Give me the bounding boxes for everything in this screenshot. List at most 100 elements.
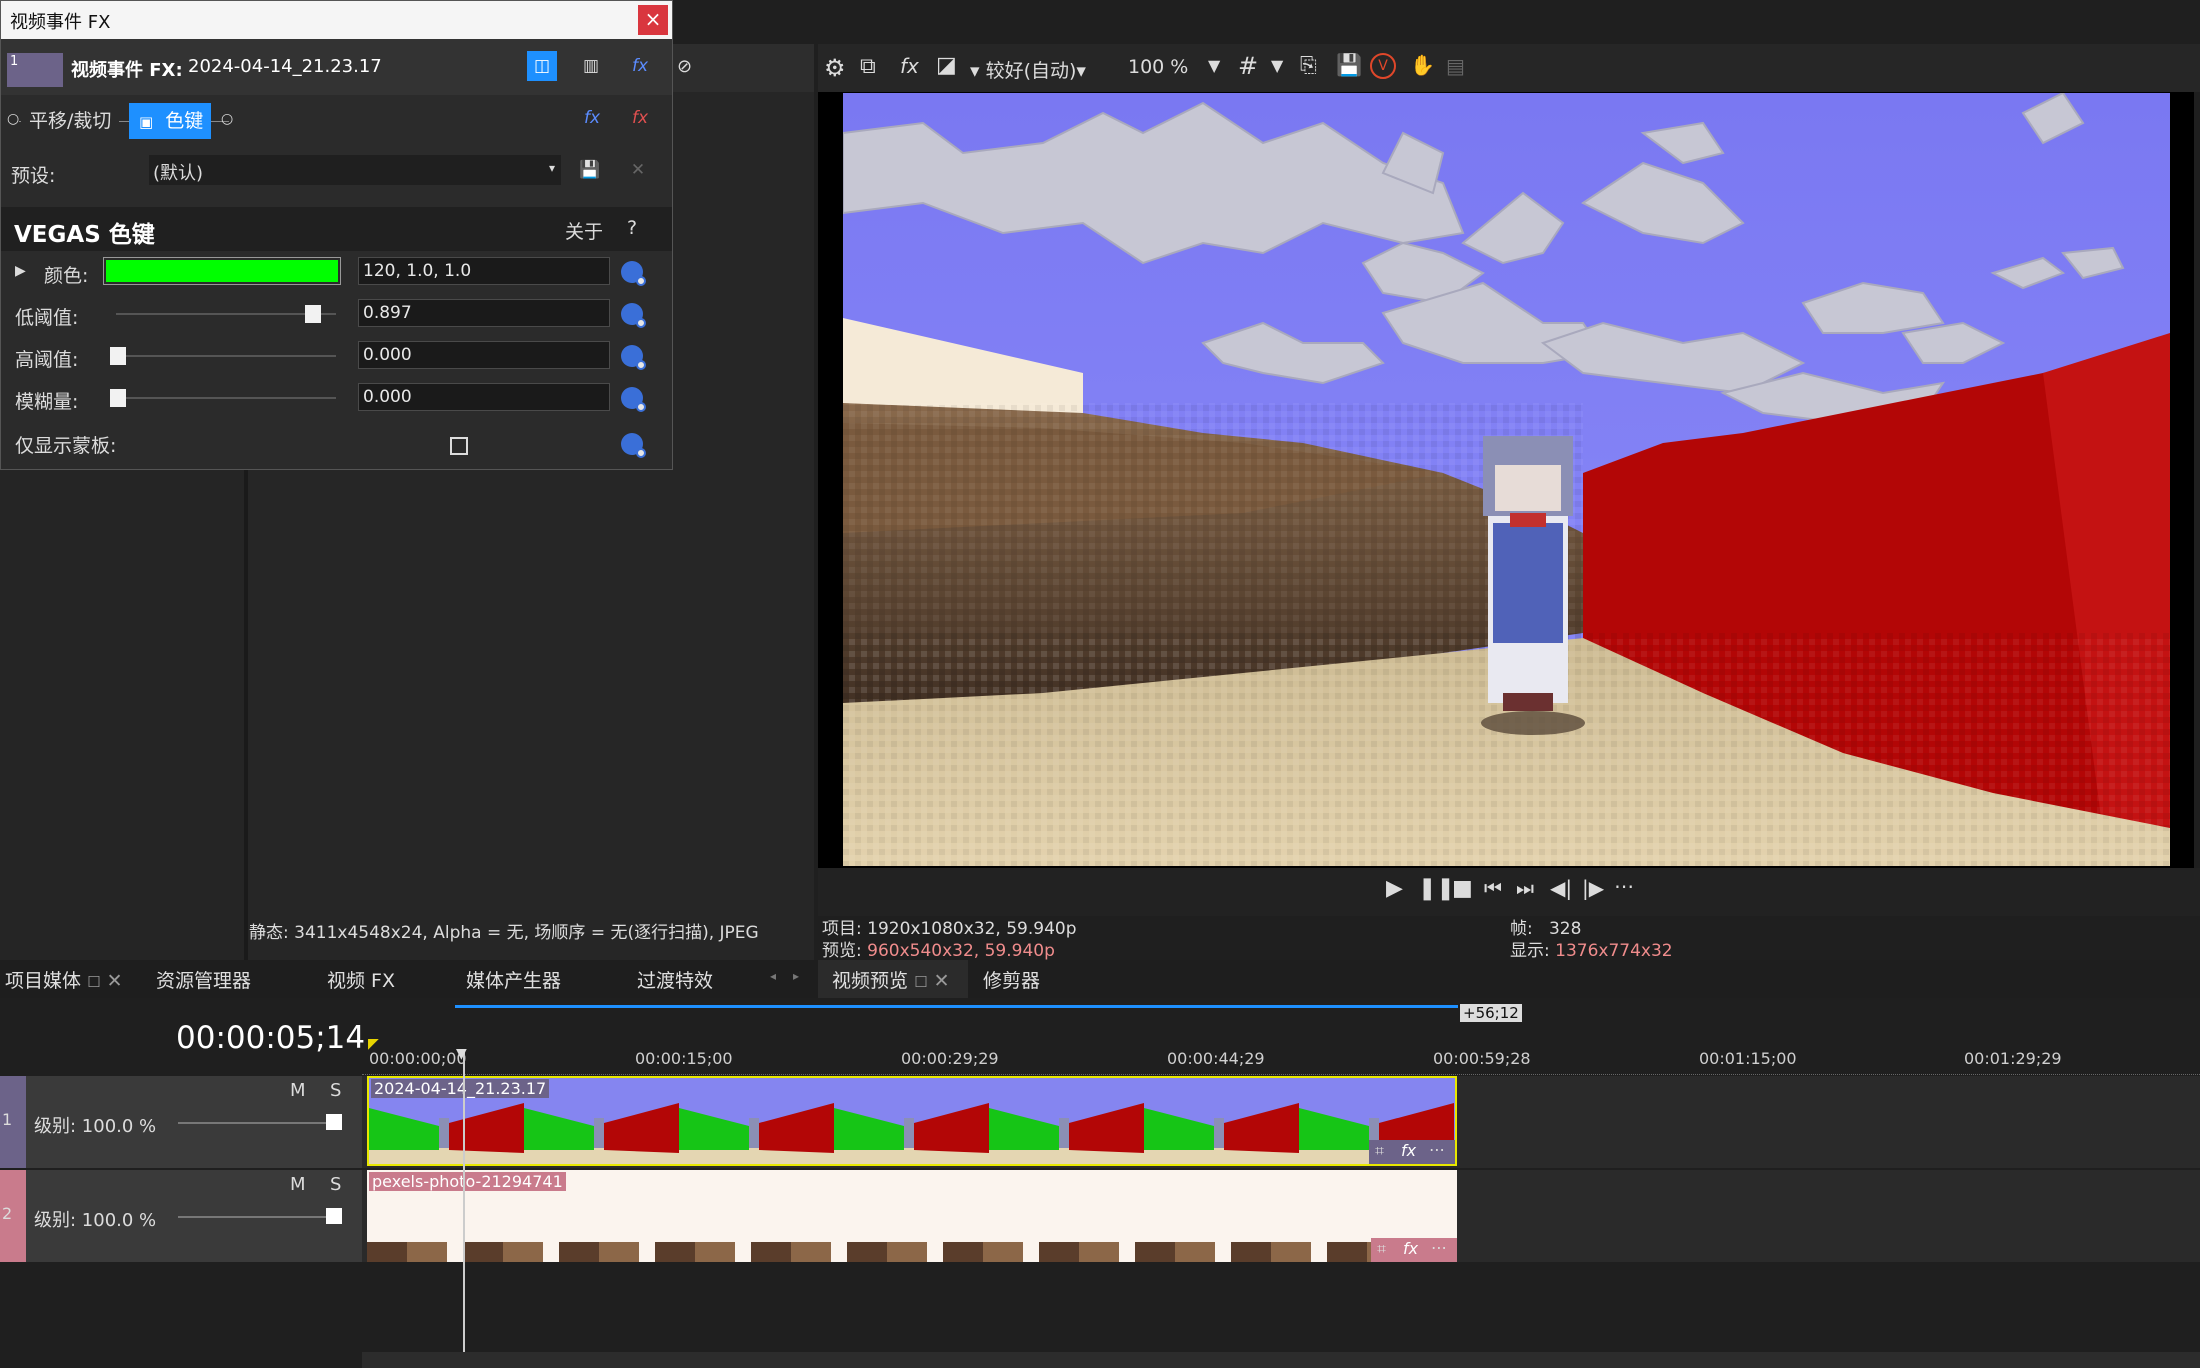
- tab-transitions[interactable]: 过渡特效: [637, 966, 713, 993]
- keyframe-icon[interactable]: [621, 387, 646, 412]
- mask-only-checkbox[interactable]: [450, 437, 468, 455]
- solo-button[interactable]: S: [330, 1080, 341, 1101]
- high-threshold-field[interactable]: 0.000: [358, 341, 610, 369]
- crop-icon[interactable]: ⌗: [1377, 1239, 1386, 1259]
- close-icon[interactable]: ✕: [934, 970, 950, 992]
- chroma-key-checkbox-icon[interactable]: ▣: [139, 113, 153, 131]
- tab-media-generators[interactable]: 媒体产生器: [466, 966, 561, 993]
- save-preset-icon[interactable]: 💾: [575, 155, 605, 185]
- level-slider-knob[interactable]: [326, 1114, 342, 1130]
- low-threshold-field[interactable]: 0.897: [358, 299, 610, 327]
- more-icon[interactable]: ⋯: [1431, 1238, 1447, 1257]
- preview-value: 960x540x32, 59.940p: [867, 941, 1055, 961]
- track-header-2[interactable]: 2 M S 级别: 100.0 %: [0, 1170, 362, 1262]
- keyframe-icon[interactable]: [621, 433, 646, 458]
- delete-preset-icon[interactable]: ✕: [623, 155, 653, 185]
- plugin-name: VEGAS 色键: [14, 222, 155, 248]
- event-fx-icon[interactable]: fx: [1403, 1239, 1418, 1258]
- column-view-icon[interactable]: ▥: [576, 51, 606, 81]
- copy-snapshot-icon[interactable]: ⎘: [1300, 53, 1317, 78]
- film-strip-icon[interactable]: ▤: [1446, 54, 1465, 78]
- prev-frame-icon[interactable]: ⏮: [1484, 876, 1502, 900]
- more-icon[interactable]: ⋯: [1614, 874, 1634, 898]
- tab-project-media[interactable]: 项目媒体 ☐ ✕: [5, 966, 122, 993]
- timecode-display: 00:00:05;14: [176, 1020, 366, 1056]
- quality-dropdown[interactable]: ▾ 较好(自动)▾: [970, 56, 1086, 83]
- mute-button[interactable]: M: [290, 1080, 306, 1101]
- stop-icon[interactable]: ■: [1452, 876, 1473, 901]
- high-threshold-slider[interactable]: [110, 347, 336, 365]
- color-swatch[interactable]: [103, 257, 341, 285]
- level-slider-knob[interactable]: [326, 1208, 342, 1224]
- mask-only-label: 仅显示蒙板:: [15, 435, 117, 457]
- low-threshold-knob[interactable]: [305, 305, 322, 323]
- help-button[interactable]: ?: [627, 217, 637, 239]
- clip-title: 2024-04-14_21.23.17: [371, 1079, 550, 1098]
- zoom-dropdown-icon[interactable]: ▼: [1208, 56, 1220, 75]
- clip-fx-bar: ⌗ fx ⋯: [1371, 1238, 1457, 1262]
- horizontal-scrollbar[interactable]: [362, 1352, 2200, 1368]
- tab-trimmer[interactable]: 修剪器: [983, 966, 1040, 993]
- maximize-icon[interactable]: ☐: [914, 973, 927, 991]
- keyframe-icon[interactable]: [621, 261, 646, 286]
- save-snapshot-icon[interactable]: 💾: [1336, 53, 1362, 78]
- maximize-icon[interactable]: ☐: [87, 973, 100, 991]
- no-icon[interactable]: ⊘: [677, 56, 692, 77]
- overlays-grid-icon[interactable]: #: [1238, 52, 1258, 80]
- step-forward-icon[interactable]: |▶: [1582, 876, 1604, 900]
- tab-explorer[interactable]: 资源管理器: [156, 966, 251, 993]
- low-threshold-slider[interactable]: [116, 305, 336, 323]
- step-back-icon[interactable]: ◀|: [1550, 876, 1572, 900]
- blur-field[interactable]: 0.000: [358, 383, 610, 411]
- playhead-handle-icon[interactable]: ▼: [456, 1046, 467, 1062]
- keyframe-icon[interactable]: [621, 345, 646, 370]
- remove-fx-icon[interactable]: fx: [625, 103, 655, 133]
- keyframe-icon[interactable]: [621, 303, 646, 328]
- expand-arrow-icon[interactable]: ▶: [15, 263, 26, 279]
- play-icon[interactable]: ▶: [1386, 876, 1403, 901]
- quality-value: 较好(自动): [985, 60, 1077, 82]
- add-fx-icon[interactable]: fx: [577, 103, 607, 133]
- more-icon[interactable]: ⋯: [1429, 1140, 1445, 1159]
- mute-button[interactable]: M: [290, 1174, 306, 1195]
- image-clip-2[interactable]: pexels-photo-21294741 ⌗ fx ⋯: [367, 1170, 1457, 1262]
- event-fx-icon[interactable]: fx: [1401, 1141, 1416, 1160]
- video-fx-icon[interactable]: fx: [900, 54, 919, 78]
- high-threshold-knob[interactable]: [110, 347, 126, 365]
- split-view-icon[interactable]: ◫: [527, 51, 557, 81]
- video-clip-1[interactable]: 2024-04-14_21.23.17 ⌗ fx ⋯: [367, 1076, 1457, 1166]
- tab-scroll-right-icon[interactable]: ▸: [793, 969, 799, 983]
- settings-icon[interactable]: ⚙: [824, 54, 846, 82]
- ruler-label: 00:00:59;28: [1433, 1049, 1531, 1068]
- crop-icon[interactable]: ⌗: [1375, 1141, 1384, 1161]
- project-value: 1920x1080x32, 59.940p: [867, 919, 1077, 939]
- playhead[interactable]: [463, 1052, 465, 1368]
- track-header-1[interactable]: 1 M S 级别: 100.0 %: [0, 1076, 362, 1168]
- chroma-key-chip[interactable]: ▣ 色键: [129, 103, 212, 139]
- overlays-dropdown-icon[interactable]: ▼: [1271, 56, 1283, 75]
- pan-crop-chip[interactable]: 平移/裁切: [21, 103, 120, 139]
- tab-scroll-left-icon[interactable]: ◂: [770, 969, 776, 983]
- vegas-logo-icon[interactable]: V: [1370, 53, 1396, 79]
- level-slider[interactable]: [178, 1216, 328, 1218]
- about-button[interactable]: 关于: [565, 217, 603, 244]
- color-value-field[interactable]: 120, 1.0, 1.0: [358, 257, 610, 285]
- loop-region-bar[interactable]: [455, 1005, 1458, 1008]
- next-frame-icon[interactable]: ⏭: [1516, 876, 1534, 900]
- level-slider[interactable]: [178, 1122, 328, 1124]
- pause-icon[interactable]: ❚❚: [1418, 876, 1455, 901]
- tab-video-preview[interactable]: 视频预览 ☐ ✕: [832, 966, 949, 993]
- blur-knob[interactable]: [110, 389, 126, 407]
- zoom-value[interactable]: 100 %: [1128, 56, 1188, 78]
- tab-video-fx[interactable]: 视频 FX: [327, 966, 395, 993]
- preset-dropdown[interactable]: (默认) ▾: [149, 155, 561, 185]
- blur-slider[interactable]: [110, 389, 336, 407]
- close-button[interactable]: ×: [638, 5, 668, 35]
- external-monitor-icon[interactable]: ⧉: [860, 54, 876, 79]
- split-screen-icon[interactable]: ◪: [936, 53, 957, 78]
- close-icon[interactable]: ✕: [107, 970, 123, 992]
- chain-start-icon: ○: [7, 111, 20, 127]
- hand-icon[interactable]: ✋: [1410, 53, 1435, 77]
- solo-button[interactable]: S: [330, 1174, 341, 1195]
- fx-plugin-chooser-icon[interactable]: fx: [625, 51, 655, 81]
